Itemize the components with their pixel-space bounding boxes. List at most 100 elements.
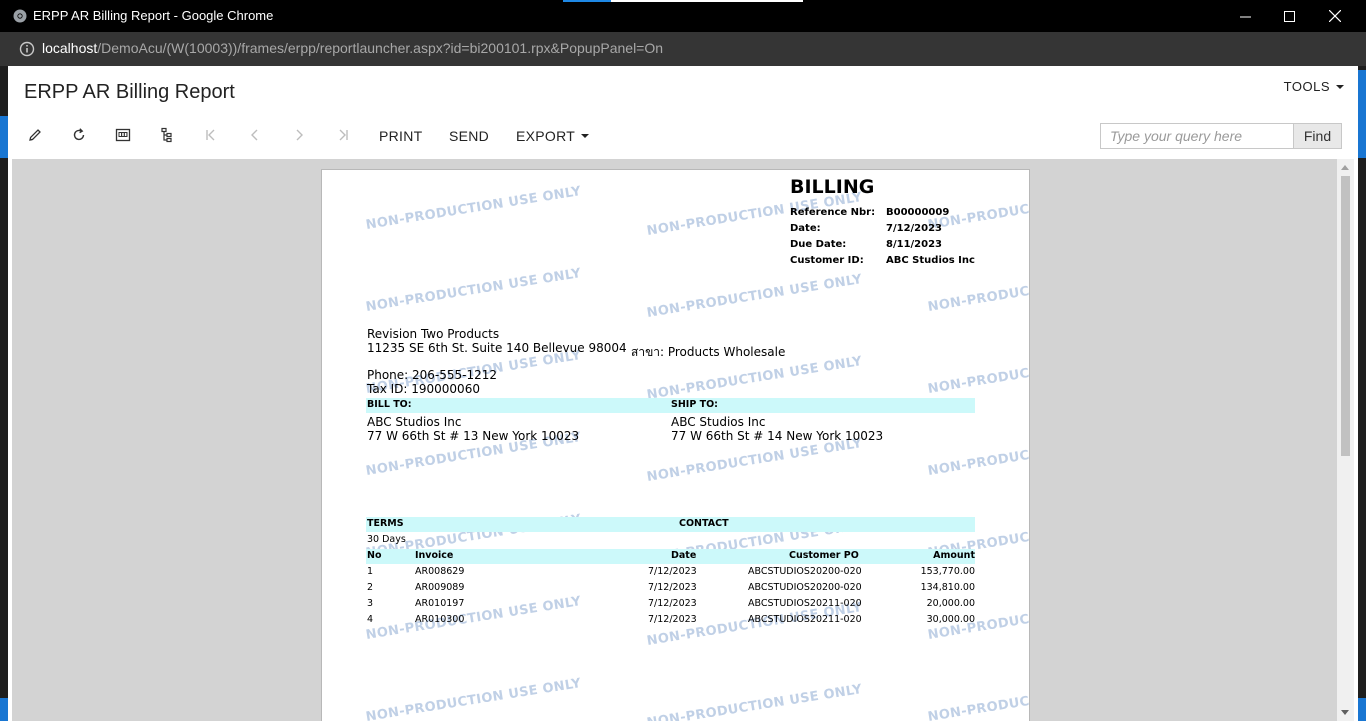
window-title: ERPP AR Billing Report - Google Chrome xyxy=(33,8,274,23)
maximize-button[interactable] xyxy=(1266,0,1312,32)
column-header-invoice: Invoice xyxy=(415,550,454,561)
watermark: NON-PRODUCTION USE ONLY xyxy=(645,436,864,485)
url-host: localhost xyxy=(42,40,98,56)
row-no: 3 xyxy=(367,598,374,609)
company-name: Revision Two Products xyxy=(367,327,500,341)
tools-label: TOOLS xyxy=(1283,79,1330,94)
close-icon xyxy=(1329,10,1341,22)
vertical-scrollbar[interactable] xyxy=(1337,159,1354,721)
ship-to-address: 77 W 66th St # 14 New York 10023 xyxy=(671,429,884,443)
row-invoice: AR010197 xyxy=(415,598,465,609)
row-no: 2 xyxy=(367,582,374,593)
pencil-icon xyxy=(29,129,41,141)
send-button[interactable]: SEND xyxy=(449,128,489,144)
bill-to-label: BILL TO: xyxy=(367,399,412,410)
last-page-button[interactable] xyxy=(333,125,353,145)
export-label: EXPORT xyxy=(516,128,576,144)
row-date: 7/12/2023 xyxy=(648,614,697,625)
previous-page-button[interactable] xyxy=(245,125,265,145)
report-popup: ERPP AR Billing Report TOOLS PRINT SEND … xyxy=(8,66,1358,721)
scroll-up-icon[interactable] xyxy=(1341,165,1349,170)
edit-button[interactable] xyxy=(25,125,45,145)
column-header-no: No xyxy=(367,550,382,561)
row-amount: 20,000.00 xyxy=(926,598,975,609)
row-date: 7/12/2023 xyxy=(648,566,697,577)
pdf-button[interactable] xyxy=(113,125,133,145)
export-button[interactable]: EXPORT xyxy=(516,128,590,144)
window-titlebar: ERPP AR Billing Report - Google Chrome xyxy=(0,0,1366,32)
terms-header-bar xyxy=(366,517,975,532)
watermark: NON-PRODUC xyxy=(926,284,1030,315)
minimize-button[interactable] xyxy=(1222,0,1268,32)
search-box: Find xyxy=(1100,123,1342,149)
row-customer-po: ABCSTUDIOS20200-020 xyxy=(748,566,862,577)
url-path: /DemoAcu/(W(10003))/frames/erpp/reportla… xyxy=(97,40,664,56)
company-phone: Phone: 206-555-1212 xyxy=(367,368,498,382)
chevron-down-icon xyxy=(581,134,590,138)
scrollbar-thumb[interactable] xyxy=(1341,176,1350,456)
background-accent xyxy=(1358,698,1366,721)
search-input[interactable] xyxy=(1101,124,1293,148)
background-accent xyxy=(0,698,8,721)
reference-nbr-value: B00000009 xyxy=(886,207,950,218)
next-page-button[interactable] xyxy=(289,125,309,145)
print-button[interactable]: PRINT xyxy=(379,128,423,144)
row-customer-po: ABCSTUDIOS20211-020 xyxy=(748,614,862,625)
watermark: NON-PRODUCTION USE ONLY xyxy=(364,676,583,721)
watermark: NON-PRODUC xyxy=(926,448,1030,479)
report-viewer[interactable]: NON-PRODUCTION USE ONLY NON-PRODUCTION U… xyxy=(12,159,1354,721)
background-accent xyxy=(1358,70,1366,158)
chevron-down-icon xyxy=(1336,84,1344,89)
chevron-right-icon xyxy=(296,129,303,141)
reference-nbr-label: Reference Nbr: xyxy=(790,207,876,218)
watermark: NON-PRODUCTION USE ONLY xyxy=(645,682,864,721)
row-amount: 30,000.00 xyxy=(926,614,975,625)
due-date-value: 8/11/2023 xyxy=(886,239,943,250)
document-map-button[interactable] xyxy=(157,125,177,145)
row-customer-po: ABCSTUDIOS20200-020 xyxy=(748,582,862,593)
row-amount: 134,810.00 xyxy=(920,582,975,593)
watermark: NON-PRODUCTION USE ONLY xyxy=(364,184,583,233)
row-date: 7/12/2023 xyxy=(648,582,697,593)
row-invoice: AR010300 xyxy=(415,614,465,625)
tools-menu[interactable]: TOOLS xyxy=(1284,79,1344,94)
url-text[interactable]: localhost/DemoAcu/(W(10003))/frames/erpp… xyxy=(42,40,663,56)
report-toolbar: PRINT SEND EXPORT Find xyxy=(8,114,1358,156)
background-accent xyxy=(0,116,8,158)
tab-strip xyxy=(563,0,803,2)
chevron-left-icon xyxy=(251,129,258,141)
due-date-label: Due Date: xyxy=(790,239,847,250)
tree-icon xyxy=(161,127,172,143)
date-label: Date: xyxy=(790,223,821,234)
page-title: ERPP AR Billing Report xyxy=(24,81,235,103)
column-header-date: Date xyxy=(671,550,697,561)
customer-id-label: Customer ID: xyxy=(790,255,864,266)
contact-label: CONTACT xyxy=(679,518,729,529)
branch: สาขา: Products Wholesale xyxy=(631,345,786,359)
column-header-customer-po: Customer PO xyxy=(789,550,859,561)
bill-to-name: ABC Studios Inc xyxy=(367,415,462,429)
row-no: 4 xyxy=(367,614,374,625)
first-page-icon xyxy=(206,129,215,141)
info-icon[interactable] xyxy=(19,41,35,57)
first-page-button[interactable] xyxy=(201,125,221,145)
bill-to-address: 77 W 66th St # 13 New York 10023 xyxy=(367,429,580,443)
row-invoice: AR008629 xyxy=(415,566,465,577)
close-button[interactable] xyxy=(1312,0,1358,32)
address-bar[interactable]: localhost/DemoAcu/(W(10003))/frames/erpp… xyxy=(0,32,1366,66)
company-tax-id: Tax ID: 190000060 xyxy=(367,382,480,396)
row-customer-po: ABCSTUDIOS20211-020 xyxy=(748,598,862,609)
row-amount: 153,770.00 xyxy=(920,566,975,577)
row-invoice: AR009089 xyxy=(415,582,465,593)
ship-to-label: SHIP TO: xyxy=(671,399,718,410)
minimize-icon xyxy=(1239,16,1251,17)
scroll-down-icon[interactable] xyxy=(1341,710,1349,715)
row-no: 1 xyxy=(367,566,374,577)
date-value: 7/12/2023 xyxy=(886,223,943,234)
terms-value: 30 Days xyxy=(367,534,406,545)
refresh-button[interactable] xyxy=(69,125,89,145)
maximize-icon xyxy=(1283,10,1295,22)
find-button[interactable]: Find xyxy=(1293,124,1341,148)
watermark: NON-PRODUCTION USE ONLY xyxy=(645,272,864,321)
chrome-icon xyxy=(13,9,27,23)
